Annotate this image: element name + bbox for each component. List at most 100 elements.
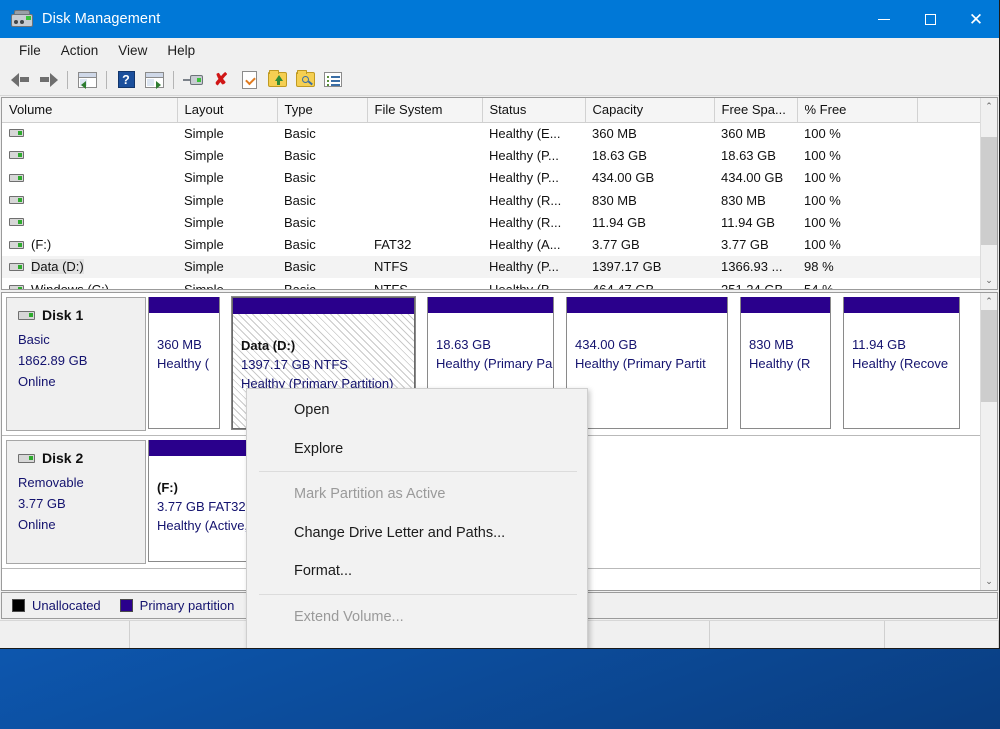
context-menu-item-shrink-volume[interactable]: Shrink Volume... bbox=[247, 636, 587, 648]
table-row[interactable]: Data (D:) Simple Basic NTFS Healthy (P... 139… bbox=[2, 255, 980, 279]
cell-file-system bbox=[367, 167, 482, 189]
graph-scroll-track[interactable] bbox=[981, 310, 997, 573]
partition-size-fs: 830 MB bbox=[749, 337, 794, 352]
legend-swatch-unallocated bbox=[12, 599, 25, 612]
cell-capacity: 1397.17 GB bbox=[585, 255, 714, 279]
column-header-percent-free[interactable]: % Free bbox=[797, 98, 918, 123]
minimize-icon bbox=[878, 18, 890, 20]
column-header-free-space[interactable]: Free Spa... bbox=[714, 98, 798, 123]
cell-filler bbox=[917, 211, 980, 233]
menu-help[interactable]: Help bbox=[157, 40, 205, 61]
cell-volume bbox=[2, 144, 177, 166]
context-menu-item-explore[interactable]: Explore bbox=[247, 430, 587, 469]
partition-capacity-bar bbox=[233, 298, 414, 314]
scroll-up-icon[interactable]: ⌃ bbox=[981, 98, 997, 115]
cell-free-space: 434.00 GB bbox=[721, 170, 784, 186]
list-view-icon bbox=[324, 72, 342, 87]
partition-size-fs: 1397.17 GB NTFS bbox=[241, 357, 348, 372]
close-button[interactable]: ✕ bbox=[953, 0, 999, 38]
maximize-icon bbox=[924, 13, 936, 25]
cell-percent-free: 100 % bbox=[804, 214, 841, 230]
back-button[interactable] bbox=[7, 67, 33, 93]
graphical-view-scrollbar[interactable]: ⌃ ⌄ bbox=[980, 293, 997, 590]
volume-drive-icon bbox=[9, 218, 24, 227]
menu-view[interactable]: View bbox=[108, 40, 157, 61]
volume-list-pane: Volume Layout Type File System Status Ca… bbox=[1, 97, 998, 290]
delete-button[interactable]: ✘ bbox=[208, 67, 234, 93]
context-menu-item-format[interactable]: Format... bbox=[247, 552, 587, 591]
context-menu-item-open[interactable]: Open bbox=[247, 391, 587, 430]
menu-action[interactable]: Action bbox=[51, 40, 109, 61]
show-hide-action-pane-button[interactable] bbox=[141, 67, 167, 93]
table-row[interactable]: Simple Basic Healthy (P... 18.63 GB 18.63 GB… bbox=[2, 144, 980, 166]
partition-size-fs: 18.63 GB bbox=[436, 337, 491, 352]
column-header-file-system[interactable]: File System bbox=[367, 98, 483, 123]
table-row[interactable]: Simple Basic Healthy (R... 11.94 GB 11.94 GB… bbox=[2, 211, 980, 233]
partition-block[interactable]: 434.00 GB Healthy (Primary Partit bbox=[566, 297, 728, 429]
cell-capacity: 11.94 GB bbox=[592, 214, 646, 230]
disk-state: Online bbox=[18, 374, 56, 389]
properties-icon bbox=[241, 70, 257, 89]
cell-status: Healthy (E... bbox=[489, 125, 561, 141]
volume-list-scrollbar[interactable]: ⌃ ⌄ bbox=[980, 98, 997, 289]
column-header-volume[interactable]: Volume bbox=[2, 98, 178, 123]
status-pane-3 bbox=[710, 621, 885, 648]
disk-info-panel[interactable]: Disk 2 Removable 3.77 GB Online bbox=[6, 440, 146, 564]
column-header-capacity[interactable]: Capacity bbox=[585, 98, 715, 123]
menu-file[interactable]: File bbox=[9, 40, 51, 61]
table-row[interactable]: Simple Basic Healthy (E... 360 MB 360 MB 100 … bbox=[2, 122, 980, 144]
cell-capacity: 830 MB bbox=[592, 192, 637, 208]
folder-search-button[interactable] bbox=[292, 67, 318, 93]
partition-capacity-bar bbox=[149, 297, 219, 313]
context-menu-item-change-drive-letter-and-paths[interactable]: Change Drive Letter and Paths... bbox=[247, 514, 587, 553]
volume-list-scroll-track[interactable] bbox=[981, 115, 997, 272]
cell-type: Basic bbox=[277, 278, 367, 289]
graph-scroll-up-icon[interactable]: ⌃ bbox=[981, 293, 997, 310]
graph-scroll-thumb[interactable] bbox=[981, 310, 997, 402]
minimize-button[interactable] bbox=[861, 0, 907, 38]
column-header-layout[interactable]: Layout bbox=[177, 98, 278, 123]
disk-info-panel[interactable]: Disk 1 Basic 1862.89 GB Online bbox=[6, 297, 146, 431]
column-header-status[interactable]: Status bbox=[482, 98, 586, 123]
scroll-down-icon[interactable]: ⌄ bbox=[981, 272, 997, 289]
column-header-filler[interactable] bbox=[917, 98, 980, 123]
folder-search-icon bbox=[295, 70, 315, 87]
forward-button[interactable] bbox=[35, 67, 61, 93]
cell-free-space: 3.77 GB bbox=[721, 237, 769, 253]
status-pane-4 bbox=[885, 621, 999, 648]
properties-button[interactable] bbox=[236, 67, 262, 93]
show-hide-action-pane-icon bbox=[144, 71, 164, 89]
list-view-button[interactable] bbox=[320, 67, 346, 93]
partition-context-menu: Open Explore Mark Partition as Active Chang… bbox=[246, 388, 588, 648]
table-row[interactable]: (F:) Simple Basic FAT32 Healthy (A... 3.77 GB… bbox=[2, 233, 980, 255]
cell-file-system bbox=[367, 122, 482, 144]
title-bar[interactable]: Disk Management ✕ bbox=[0, 0, 999, 38]
help-button[interactable]: ? bbox=[113, 67, 139, 93]
toolbar-separator-1 bbox=[67, 70, 68, 89]
cell-status: Healthy (P... bbox=[482, 255, 585, 279]
graph-scroll-down-icon[interactable]: ⌄ bbox=[981, 573, 997, 590]
show-hide-console-tree-button[interactable] bbox=[74, 67, 100, 93]
volume-list-header-row: Volume Layout Type File System Status Ca… bbox=[2, 98, 980, 123]
context-menu-item-mark-partition-as-active: Mark Partition as Active bbox=[294, 486, 446, 503]
partition-block[interactable]: 830 MB Healthy (R bbox=[740, 297, 831, 429]
cell-percent-free: 100 % bbox=[804, 237, 841, 253]
partition-block[interactable]: 11.94 GB Healthy (Recove bbox=[843, 297, 960, 429]
table-row[interactable]: Simple Basic Healthy (P... 434.00 GB 434.00 … bbox=[2, 167, 980, 189]
rescan-disks-button[interactable] bbox=[180, 67, 206, 93]
partition-size-fs: 11.94 GB bbox=[852, 337, 906, 352]
cell-type: Basic bbox=[277, 255, 367, 279]
volume-list-scroll-thumb[interactable] bbox=[981, 137, 997, 245]
folder-up-button[interactable] bbox=[264, 67, 290, 93]
maximize-button[interactable] bbox=[907, 0, 953, 38]
volume-drive-icon bbox=[9, 173, 24, 182]
cell-volume bbox=[2, 189, 177, 211]
table-row[interactable]: Simple Basic Healthy (R... 830 MB 830 MB 100 … bbox=[2, 189, 980, 211]
partition-block[interactable]: 360 MB Healthy ( bbox=[148, 297, 220, 429]
partition-block[interactable]: (F:) 3.77 GB FAT32 Healthy (Active, Primar… bbox=[148, 440, 252, 562]
table-row[interactable]: Windows (C:) SimpleBasicNTFSHealthy (B...… bbox=[2, 278, 980, 289]
partition-status: Healthy (Primary Partiti bbox=[436, 356, 553, 371]
cell-filler bbox=[917, 255, 980, 279]
volume-label: (F:) bbox=[31, 237, 52, 253]
column-header-type[interactable]: Type bbox=[277, 98, 368, 123]
